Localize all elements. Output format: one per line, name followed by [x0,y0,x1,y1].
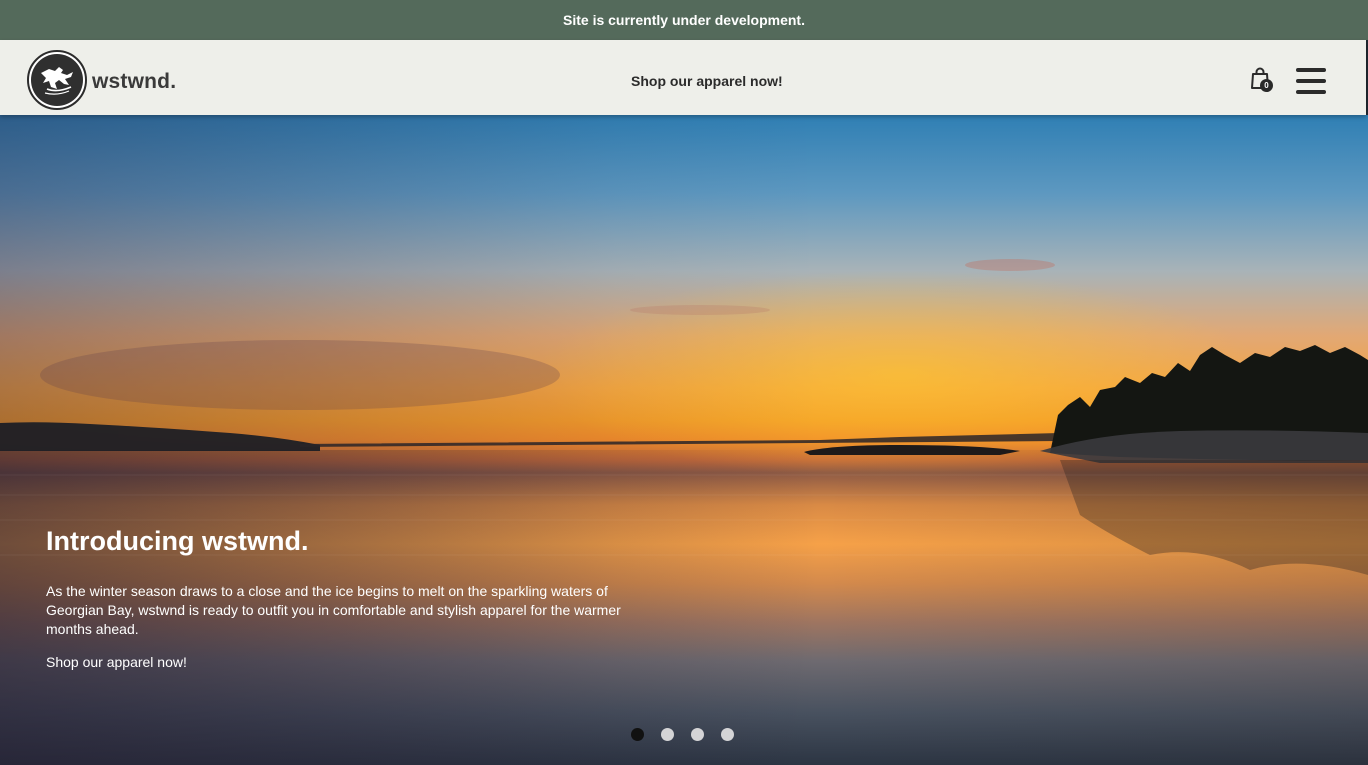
hero-description: As the winter season draws to a close an… [46,583,621,637]
shop-apparel-link[interactable]: Shop our apparel now! [631,73,783,89]
sunset-lake-image [0,259,1368,575]
brand-name[interactable]: wstwnd. [92,70,176,94]
carousel-dot-1[interactable] [631,728,644,741]
logo-icon[interactable] [27,50,87,110]
carousel-dots [0,728,1368,742]
carousel-dot-3[interactable] [691,728,704,741]
hero-title: Introducing wstwnd. [46,526,309,556]
hero-shop-link[interactable]: Shop our apparel now! [46,654,187,670]
carousel-dot-4[interactable] [721,728,734,741]
logo-emblem [31,54,83,106]
hero-carousel: Introducing wstwnd. As the winter season… [0,115,1368,765]
cart-button[interactable]: 0 [1251,67,1275,95]
hamburger-menu-icon[interactable] [1296,68,1326,94]
announcement-text: Site is currently under development. [563,12,805,28]
cart-count-badge: 0 [1260,79,1273,92]
carousel-dot-2[interactable] [661,728,674,741]
announcement-bar: Site is currently under development. [0,0,1368,40]
leaping-figure-logo-icon [41,67,73,95]
site-header: wstwnd. Shop our apparel now! 0 [0,40,1366,115]
